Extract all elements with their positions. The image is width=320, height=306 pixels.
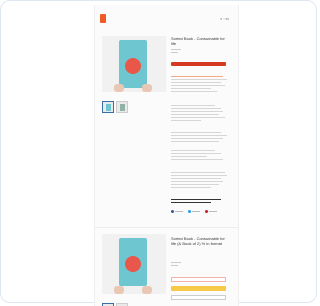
more-options-button[interactable] — [171, 295, 226, 300]
hand-left — [114, 84, 124, 92]
site-header: ⌕◦⊓ — [95, 5, 238, 31]
share-buttons — [171, 210, 218, 213]
hand-left — [114, 286, 124, 294]
hand-right — [142, 84, 152, 92]
book-cover-circle — [125, 256, 141, 272]
cart-icon[interactable]: ⊓ — [226, 16, 229, 21]
description-block-2 — [171, 105, 227, 123]
screenshot-frame: ⌕◦⊓ Sorted Book - Consumable for life So… — [0, 0, 317, 306]
product-price — [171, 52, 178, 53]
hand-right — [142, 286, 152, 294]
product-card: Sorted Book - Consumable for life — [95, 33, 238, 223]
section-divider — [95, 227, 238, 228]
details-link[interactable] — [171, 199, 221, 200]
product-card: Sorted Book - Consumable for life (& Boo… — [95, 231, 238, 306]
description-block-1 — [171, 76, 227, 94]
share-pinterest-button[interactable] — [205, 210, 218, 213]
add-to-cart-button[interactable] — [171, 62, 226, 66]
buy-now-button[interactable] — [171, 286, 226, 291]
product-image[interactable] — [102, 234, 166, 294]
variant-select[interactable] — [171, 277, 226, 282]
share-facebook-button[interactable] — [171, 210, 184, 213]
thumbnail-1[interactable] — [102, 101, 114, 113]
header-icons: ⌕◦⊓ — [220, 16, 229, 21]
book-cover — [119, 238, 147, 286]
thumbnail-2[interactable] — [116, 101, 128, 113]
brand-logo[interactable] — [100, 14, 106, 23]
description-block-5 — [171, 172, 227, 190]
description-block-4 — [171, 150, 227, 162]
book-cover-circle — [125, 58, 141, 74]
description-block-3 — [171, 132, 227, 144]
product-price — [171, 265, 178, 266]
product-page: ⌕◦⊓ Sorted Book - Consumable for life So… — [94, 5, 239, 306]
details-link-2[interactable] — [171, 202, 211, 203]
book-cover — [119, 40, 147, 88]
product-title: Sorted Book - Consumable for life — [171, 36, 225, 46]
product-vendor — [171, 262, 181, 263]
share-twitter-button[interactable] — [188, 210, 201, 213]
product-vendor — [171, 49, 181, 50]
product-title: Sorted Book - Consumable for life (& Boo… — [171, 236, 225, 246]
product-image[interactable] — [102, 36, 166, 92]
